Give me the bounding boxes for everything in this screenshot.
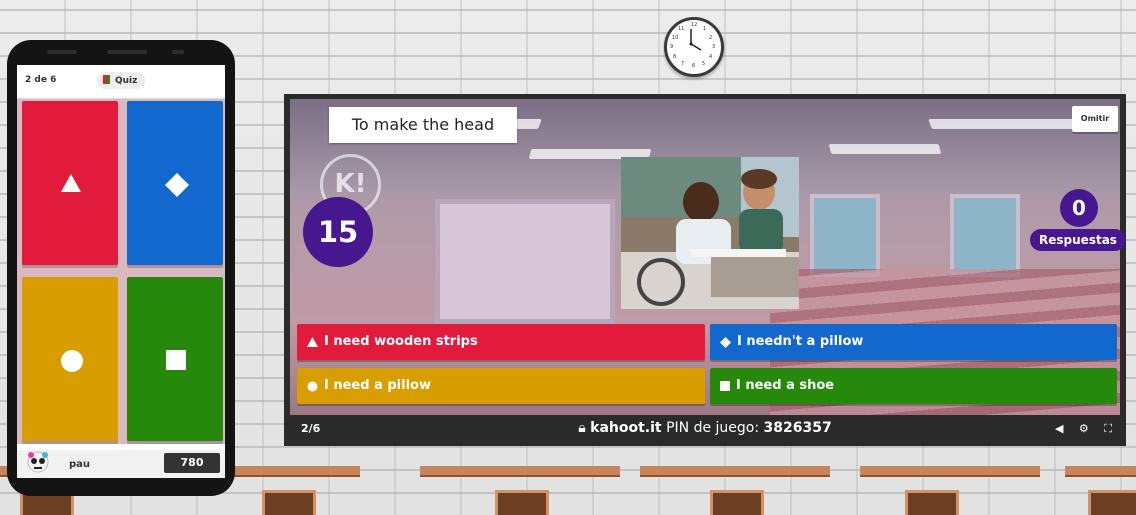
countdown-timer: 15 [303, 197, 373, 267]
question-title: To make the head [329, 107, 517, 143]
bar-controls: ◀ ⚙ ⛶ [1043, 422, 1112, 436]
phone-camera [47, 50, 77, 54]
quiz-label: Quiz [115, 76, 138, 86]
question-image [621, 157, 799, 309]
answer-option-3[interactable]: I need a pillow [297, 368, 705, 404]
desk [905, 490, 959, 515]
diamond-icon [165, 173, 189, 197]
quiz-badge: Quiz [97, 72, 146, 89]
answer-grid [17, 99, 225, 444]
answer-text: I need wooden strips [324, 334, 478, 349]
desk [640, 466, 830, 477]
desk [495, 490, 549, 515]
fullscreen-icon[interactable]: ⛶ [1104, 422, 1112, 435]
answer-option-4[interactable]: I need a shoe [710, 368, 1117, 404]
desk [262, 490, 316, 515]
square-icon [720, 381, 730, 391]
phone-screen: 2 de 6 Quiz pau 780 [17, 65, 225, 478]
square-icon [166, 350, 186, 370]
gear-icon[interactable]: ⚙ [1079, 422, 1089, 435]
answer-tile-square[interactable] [127, 277, 223, 441]
answers-label: Respuestas [1030, 229, 1126, 251]
wall-clock: 12 1 2 3 4 5 6 7 8 9 10 11 [664, 17, 724, 77]
desk [1088, 490, 1136, 515]
answers-count: 0 [1060, 189, 1098, 227]
answer-text: I needn't a pillow [737, 334, 864, 349]
bottom-bar: 2/6 🔒︎ kahoot.it PIN de juego: 3826357 ◀… [290, 415, 1120, 443]
phone-header: 2 de 6 Quiz [17, 65, 225, 99]
player-name: pau [69, 459, 91, 470]
pin-label: PIN de juego: [666, 420, 760, 436]
question-counter: 2 de 6 [25, 75, 57, 85]
circle-icon [307, 381, 318, 391]
ceiling-light [928, 119, 1082, 129]
answer-tile-diamond[interactable] [127, 101, 223, 265]
desk [860, 466, 1040, 477]
phone-sensor [172, 50, 184, 54]
quiz-icon [103, 75, 110, 84]
phone-speaker [107, 50, 147, 54]
game-pin-info: 🔒︎ kahoot.it PIN de juego: 3826357 [290, 420, 1120, 436]
triangle-icon [307, 337, 318, 347]
game-pin: 3826357 [763, 420, 832, 436]
window [950, 194, 1020, 277]
projector-board [435, 199, 615, 324]
player-phone: 2 de 6 Quiz pau 780 [7, 40, 235, 496]
ceiling-light [828, 144, 942, 154]
answer-text: I need a pillow [324, 378, 431, 393]
volume-icon[interactable]: ◀ [1055, 422, 1063, 435]
lock-icon: 🔒︎ [578, 420, 586, 436]
desk [710, 490, 764, 515]
answer-text: I need a shoe [736, 378, 835, 393]
diamond-icon [720, 336, 731, 348]
window [810, 194, 880, 277]
circle-icon [61, 350, 83, 372]
player-score: 780 [164, 453, 220, 473]
player-footer: pau 780 [17, 450, 225, 478]
skip-button[interactable]: Omitir [1072, 106, 1118, 132]
desk [1065, 466, 1136, 477]
clock-hands [689, 29, 702, 51]
answer-tile-circle[interactable] [22, 277, 118, 441]
answer-option-1[interactable]: I need wooden strips [297, 324, 705, 360]
triangle-icon [61, 174, 81, 192]
answer-option-2[interactable]: I needn't a pillow [710, 324, 1117, 360]
desk [220, 466, 360, 477]
site-name: kahoot.it [590, 420, 662, 436]
desk [420, 466, 620, 477]
avatar [27, 451, 49, 473]
answer-tile-triangle[interactable] [22, 101, 118, 265]
